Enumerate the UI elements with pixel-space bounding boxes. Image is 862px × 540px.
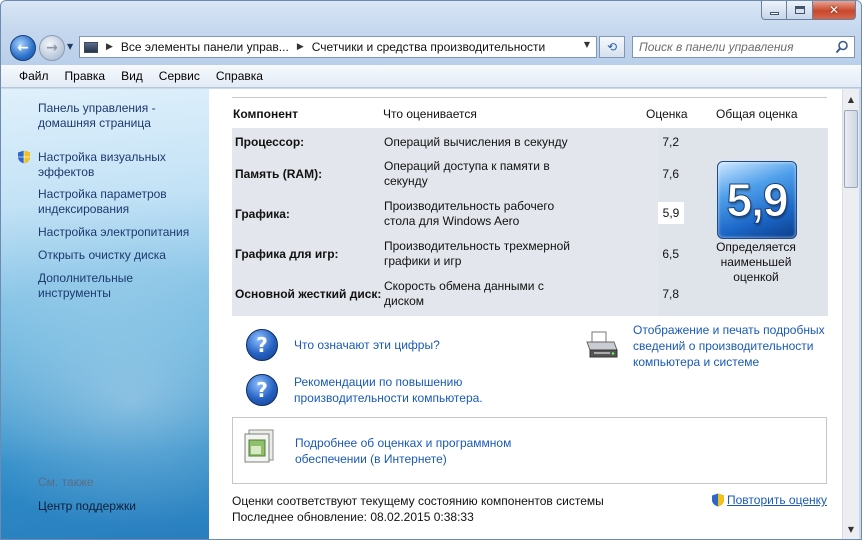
sidebar-link-indexing[interactable]: Настройка параметров индексирования (38, 187, 178, 217)
header-score: Оценка (646, 107, 688, 121)
maximize-icon (794, 6, 805, 14)
main-content: Компонент Что оценивается Оценка Общая о… (209, 89, 842, 539)
row-disk-label: Основной жесткий диск: (235, 287, 382, 301)
uac-shield-icon (712, 493, 724, 507)
menu-bar: Файл Правка Вид Сервис Справка (1, 65, 861, 88)
link-performance-tips[interactable]: Рекомендации по повышению производительн… (294, 374, 494, 406)
software-box-icon (244, 429, 274, 463)
minimize-button[interactable] (761, 1, 787, 20)
header-base-score: Общая оценка (716, 107, 798, 121)
row-cpu-score: 7,2 (662, 135, 679, 149)
menu-tools[interactable]: Сервис (151, 69, 208, 83)
printer-icon (586, 331, 618, 358)
search-box[interactable] (632, 36, 855, 58)
menu-help[interactable]: Справка (208, 69, 271, 83)
refresh-icon: ⟲ (606, 40, 618, 54)
sidebar-link-disk-cleanup[interactable]: Открыть очистку диска (38, 248, 198, 263)
help-question-icon: ? (246, 329, 278, 361)
uac-shield-icon (18, 150, 30, 164)
search-icon[interactable] (835, 40, 849, 54)
row-ram-desc: Операций доступа к памяти в секунду (384, 159, 550, 188)
last-update-text: Последнее обновление: 08.02.2015 0:38:33 (232, 510, 474, 524)
scroll-thumb[interactable] (844, 110, 858, 188)
base-score-caption: Определяется наименьшей оценкой (716, 240, 796, 284)
menu-edit[interactable]: Правка (57, 69, 114, 83)
close-icon: ✕ (828, 3, 840, 17)
recent-pages-dropdown[interactable]: ▼ (67, 42, 73, 51)
row-ram-label: Память (RAM): (235, 167, 323, 181)
repeat-assessment[interactable]: Повторить оценку (711, 492, 827, 508)
status-text: Оценки соответствуют текущему состоянию … (232, 494, 604, 508)
help-question-icon: ? (246, 374, 278, 406)
forward-button[interactable]: → (39, 35, 65, 61)
breadcrumb-all-items[interactable]: Все элементы панели управ... (121, 40, 289, 54)
link-what-numbers-mean[interactable]: Что означают эти цифры? (294, 337, 440, 353)
base-score-value: 5,9 (726, 174, 789, 227)
base-score-badge: 5,9 (717, 161, 797, 239)
sidebar-link-home[interactable]: Панель управления - домашняя страница (38, 101, 188, 131)
link-online-details[interactable]: Подробнее об оценках и программном обесп… (295, 435, 535, 467)
control-panel-window: ✕ ← → ▼ ▶ Все элементы панели управ... ▶… (0, 0, 862, 540)
row-graphics-score: 5,9 (658, 202, 684, 224)
arrow-right-icon: → (46, 40, 58, 56)
search-input[interactable] (639, 40, 829, 54)
link-print-details[interactable]: Отображение и печать подробных сведений … (633, 322, 833, 370)
row-graphics-label: Графика: (235, 207, 290, 221)
address-dropdown-icon[interactable]: ▼ (584, 40, 590, 49)
maximize-button[interactable] (787, 1, 813, 20)
row-cpu-desc: Операций вычисления в секунду (384, 135, 568, 149)
breadcrumb-performance[interactable]: Счетчики и средства производительности (312, 40, 545, 54)
row-gaming-score: 6,5 (662, 247, 679, 261)
sidebar-link-action-center[interactable]: Центр поддержки (38, 499, 136, 513)
title-bar: ✕ ← → ▼ ▶ Все элементы панели управ... ▶… (1, 1, 861, 65)
row-cpu-label: Процессор: (235, 135, 305, 149)
row-disk-desc: Скорость обмена данными с диском (384, 279, 544, 308)
address-bar[interactable]: ▶ Все элементы панели управ... ▶ Счетчик… (79, 36, 597, 58)
scroll-up-icon[interactable]: ▲ (843, 91, 859, 107)
arrow-left-icon: ← (17, 40, 29, 56)
see-also-heading: См. также (38, 475, 94, 489)
divider (232, 97, 827, 98)
refresh-button[interactable]: ⟲ (599, 36, 625, 58)
online-info-box: Подробнее об оценках и программном обесп… (232, 417, 827, 484)
back-button[interactable]: ← (10, 35, 36, 61)
sidebar: Панель управления - домашняя страница На… (1, 89, 209, 539)
row-gaming-desc: Производительность трехмерной графики и … (384, 239, 570, 268)
sidebar-link-advanced-tools[interactable]: Дополнительные инструменты (38, 271, 148, 301)
close-button[interactable]: ✕ (813, 1, 856, 20)
scroll-down-icon[interactable]: ▼ (843, 521, 859, 537)
breadcrumb-chevron-icon[interactable]: ▶ (297, 42, 304, 52)
caption-buttons: ✕ (761, 1, 856, 20)
menu-view[interactable]: Вид (113, 69, 151, 83)
row-ram-score: 7,6 (662, 167, 679, 181)
vertical-scrollbar[interactable]: ▲ ▼ (842, 89, 859, 539)
repeat-assessment-link[interactable]: Повторить оценку (727, 492, 827, 508)
header-component: Компонент (233, 107, 298, 121)
row-disk-score: 7,8 (662, 287, 679, 301)
breadcrumb-chevron-icon[interactable]: ▶ (106, 42, 113, 52)
control-panel-icon (84, 41, 98, 53)
minimize-icon (769, 11, 779, 15)
row-gaming-label: Графика для игр: (235, 247, 339, 261)
row-graphics-desc: Производительность рабочего стола для Wi… (384, 199, 555, 228)
sidebar-link-visual-effects[interactable]: Настройка визуальных эффектов (38, 150, 178, 180)
sidebar-link-power[interactable]: Настройка электропитания (38, 225, 198, 240)
menu-file[interactable]: Файл (11, 69, 57, 83)
header-what: Что оценивается (383, 107, 477, 121)
